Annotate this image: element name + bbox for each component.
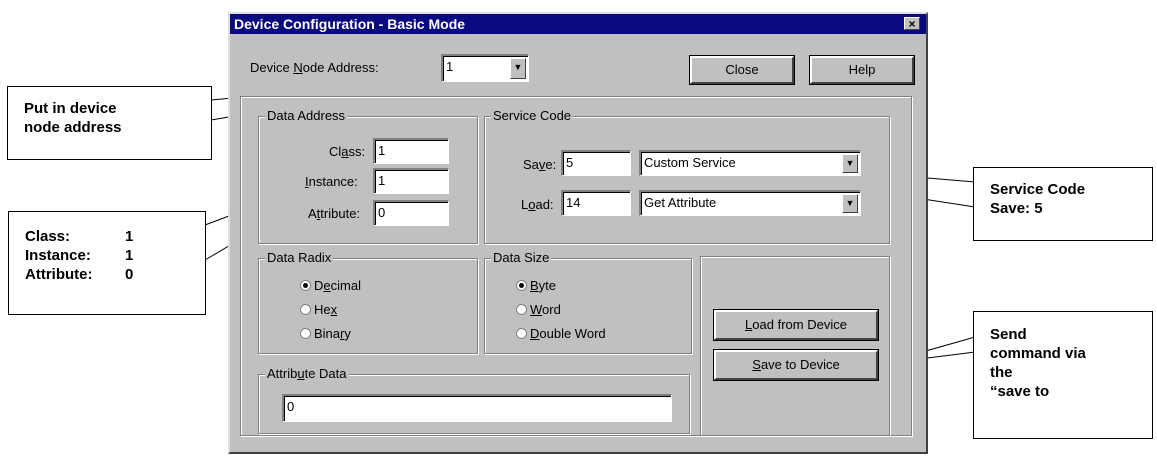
callout-attribute-label: Attribute: (25, 266, 93, 283)
device-configuration-dialog: Device Configuration - Basic Mode × Devi… (228, 12, 928, 454)
callout-instance-label: Instance: (25, 247, 91, 264)
instance-value: 1 (378, 173, 386, 188)
service-code-title: Service Code (491, 108, 574, 123)
attribute-data-value: 0 (287, 399, 295, 414)
radio-selected-icon (300, 280, 311, 291)
service-code-group: Service Code (484, 108, 890, 244)
node-address-value: 1 (446, 59, 454, 74)
load-code-label: Load: (521, 197, 554, 212)
save-code-value: 5 (566, 155, 574, 170)
callout-attribute-value: 0 (125, 266, 134, 283)
radix-decimal-radio[interactable]: Decimal (300, 278, 361, 293)
callout-send-line3: the (990, 364, 1013, 381)
load-code-value: 14 (566, 195, 581, 210)
radix-binary-label: Binary (314, 326, 351, 341)
chevron-down-icon[interactable]: ▼ (510, 58, 526, 79)
callout-class-instance: Class: 1 Instance: 1 Attribute: 0 (8, 211, 206, 315)
radix-binary-radio[interactable]: Binary (300, 326, 351, 341)
attribute-label: Attribute: (308, 206, 361, 221)
callout-service-code-line1: Service Code (990, 181, 1086, 198)
class-label: Class: (329, 144, 366, 159)
class-value: 1 (378, 143, 386, 158)
radio-selected-icon (516, 280, 527, 291)
help-button[interactable]: Help (809, 55, 915, 85)
save-service-value: Custom Service (644, 155, 736, 170)
save-code-input[interactable]: 5 (561, 150, 631, 176)
data-address-title: Data Address (265, 108, 348, 123)
data-radix-group: Data Radix (258, 250, 478, 354)
save-to-device-button[interactable]: Save to Device (713, 349, 879, 381)
attribute-value: 0 (378, 205, 386, 220)
size-word-label: Word (530, 302, 561, 317)
chevron-down-icon[interactable]: ▼ (842, 194, 858, 213)
callout-service-code: Service Code Save: 5 (973, 167, 1153, 241)
callout-class-label: Class: (25, 228, 71, 245)
instance-label: Instance: (305, 174, 358, 189)
instance-input[interactable]: 1 (373, 168, 449, 194)
title-bar: Device Configuration - Basic Mode × (230, 14, 926, 34)
size-double-word-label: Double Word (530, 326, 606, 341)
callout-send-line2: command via (990, 345, 1086, 362)
radix-hex-radio[interactable]: Hex (300, 302, 337, 317)
callout-node-address: Put in device node address (7, 86, 212, 160)
load-from-device-button[interactable]: Load from Device (713, 309, 879, 341)
callout-send-command: Send command via the “save to (973, 311, 1153, 439)
close-button[interactable]: Close (689, 55, 795, 85)
radix-decimal-label: Decimal (314, 278, 361, 293)
size-byte-label: Byte (530, 278, 557, 293)
node-address-label: Device Node Address: (250, 60, 379, 75)
radio-icon (300, 304, 311, 315)
data-size-title: Data Size (491, 250, 552, 265)
callout-service-code-line2: Save: 5 (990, 200, 1043, 217)
radix-hex-label: Hex (314, 302, 338, 317)
close-icon[interactable]: × (904, 17, 920, 30)
save-service-dropdown[interactable]: Custom Service ▼ (639, 150, 861, 176)
window-title: Device Configuration - Basic Mode (234, 16, 466, 32)
attribute-input[interactable]: 0 (373, 200, 449, 226)
data-radix-title: Data Radix (265, 250, 334, 265)
class-input[interactable]: 1 (373, 138, 449, 164)
chevron-down-icon[interactable]: ▼ (842, 154, 858, 173)
action-panel (700, 256, 890, 436)
attribute-data-title: Attribute Data (265, 366, 349, 381)
node-address-dropdown[interactable]: 1 ▼ (441, 54, 529, 82)
attribute-data-input[interactable]: 0 (282, 394, 672, 422)
load-service-dropdown[interactable]: Get Attribute ▼ (639, 190, 861, 216)
callout-send-line4: “save to (990, 383, 1050, 400)
size-double-word-radio[interactable]: Double Word (516, 326, 606, 341)
callout-node-address-line1: Put in device (24, 100, 117, 117)
callout-class-value: 1 (125, 228, 134, 245)
radio-icon (300, 328, 311, 339)
radio-icon (516, 328, 527, 339)
save-code-label: Save: (523, 157, 557, 172)
callout-send-line1: Send (990, 326, 1027, 343)
callout-instance-value: 1 (125, 247, 134, 264)
size-word-radio[interactable]: Word (516, 302, 561, 317)
radio-icon (516, 304, 527, 315)
callout-node-address-line2: node address (24, 119, 122, 136)
size-byte-radio[interactable]: Byte (516, 278, 556, 293)
load-code-input[interactable]: 14 (561, 190, 631, 216)
load-service-value: Get Attribute (644, 195, 717, 210)
